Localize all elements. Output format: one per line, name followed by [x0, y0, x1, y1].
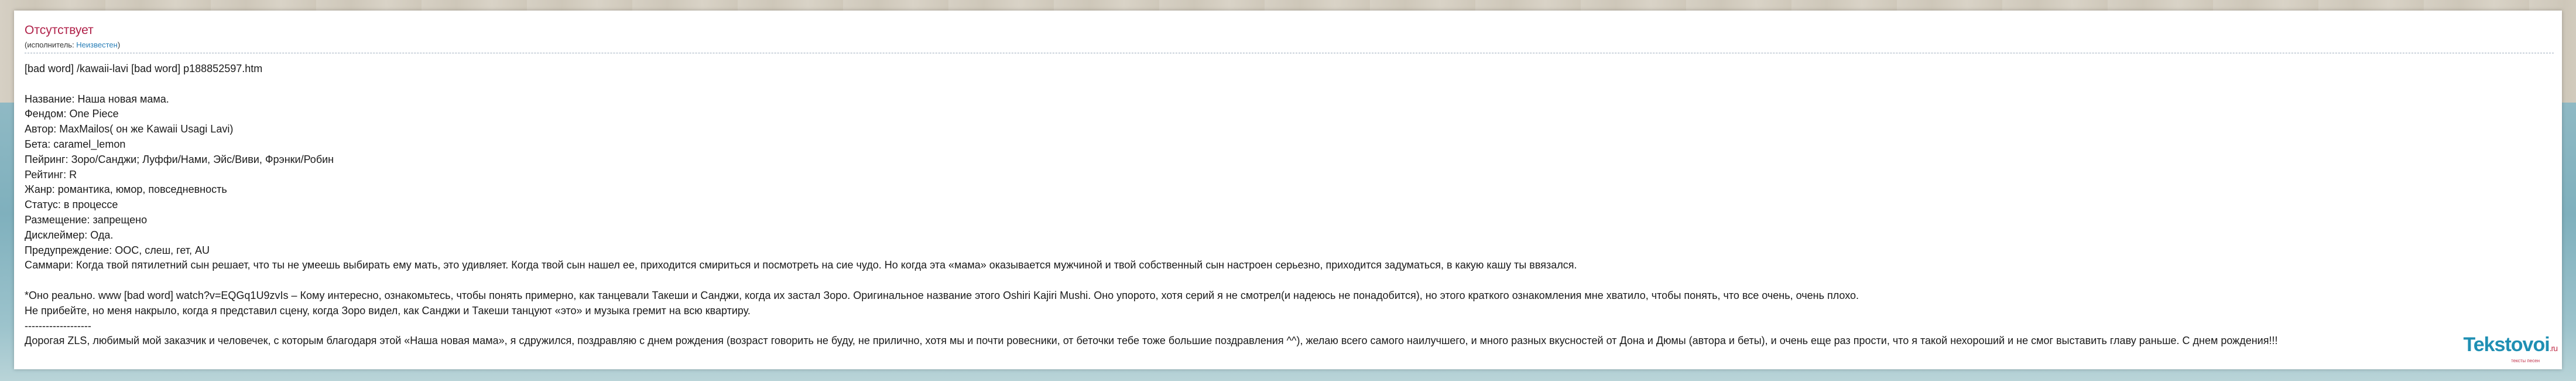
performer-line: (исполнитель: Неизвестен): [25, 40, 120, 49]
text-line: Размещение: запрещено: [25, 213, 148, 226]
lyrics-page: Отсутствует (исполнитель: Неизвестен) [b…: [14, 11, 2562, 369]
performer-prefix: (исполнитель:: [25, 40, 77, 49]
text-line: [bad word] /kawaii-lavi [bad word] p1888…: [25, 63, 263, 74]
text-line: Жанр: романтика, юмор, повседневность: [25, 183, 227, 196]
logo-tagline: тексты песен: [2511, 358, 2540, 363]
text-line: [25, 77, 2554, 92]
text-line: Не прибейте, но меня накрыло, когда я пр…: [25, 304, 751, 317]
text-line: [25, 273, 2554, 288]
text-line: Дисклеймер: Ода.: [25, 229, 114, 241]
text-line: Бета: caramel_lemon: [25, 138, 126, 150]
text-line: Дорогая ZLS, любимый мой заказчик и чело…: [25, 335, 2278, 347]
text-line: -------------------: [25, 319, 91, 332]
text-line: Автор: MaxMailos( он же Kawaii Usagi Lav…: [25, 123, 234, 135]
logo-name: Tekstovoi: [2463, 334, 2550, 356]
song-title: Отсутствует: [25, 23, 94, 37]
text-line: Пейринг: Зоро/Санджи; Луффи/Нами, Эйс/Ви…: [25, 153, 334, 165]
lyrics-text: [bad word] /kawaii-lavi [bad word] p1888…: [25, 62, 2554, 349]
site-logo[interactable]: Tekstovoi.ru: [2463, 334, 2558, 356]
text-line: Предупреждение: ООС, слеш, гет, AU: [25, 244, 210, 256]
performer-link[interactable]: Неизвестен: [76, 40, 118, 49]
performer-suffix: ): [117, 40, 121, 49]
text-line: Фендом: One Piece: [25, 108, 119, 120]
text-line: *Оно реально. www [bad word] watch?v=EQG…: [25, 289, 1859, 301]
text-line: Саммари: Когда твой пятилетний сын решае…: [25, 259, 1577, 271]
text-line: Рейтинг: R: [25, 168, 77, 181]
logo-tld: .ru: [2549, 343, 2558, 353]
text-line: Статус: в процессе: [25, 199, 118, 211]
text-line: Название: Наша новая мама.: [25, 93, 169, 105]
